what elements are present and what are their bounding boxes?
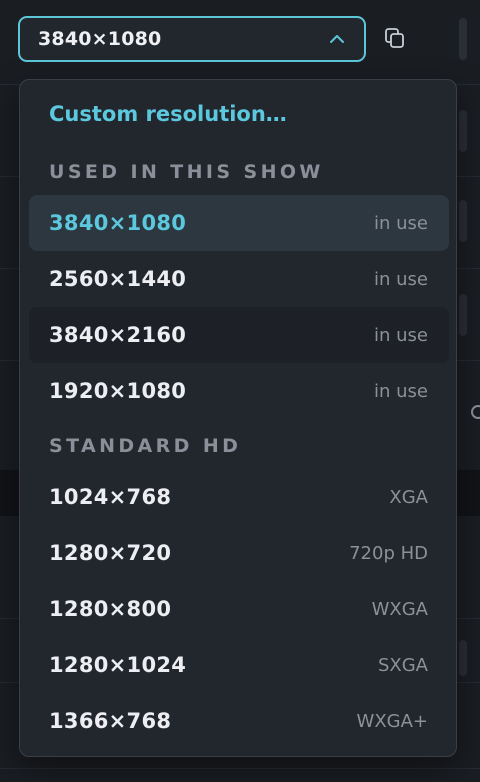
section-header-used-in-show: USED IN THIS SHOW (49, 161, 324, 183)
option-label: 3840×1080 (49, 211, 187, 235)
option-1280x720[interactable]: 1280×720 720p HD (29, 525, 449, 581)
resolution-dropdown: Custom resolution… USED IN THIS SHOW 384… (19, 79, 457, 757)
option-meta: in use (374, 212, 428, 234)
background-refresh-icon (471, 405, 480, 419)
option-label: 1280×1024 (49, 653, 187, 677)
background-scroll-handle (459, 640, 467, 676)
background-scroll-handle (459, 18, 467, 60)
option-label: 1366×768 (49, 709, 172, 733)
resolution-select-value: 3840×1080 (38, 28, 162, 50)
option-1280x1024[interactable]: 1280×1024 SXGA (29, 637, 449, 693)
option-meta: SXGA (377, 654, 428, 676)
custom-resolution-option[interactable]: Custom resolution… (49, 102, 287, 126)
option-meta: in use (374, 380, 428, 402)
option-meta: in use (374, 324, 428, 346)
section-header-standard-hd: STANDARD HD (49, 435, 242, 457)
background-scroll-handle (459, 294, 467, 336)
option-3840x1080[interactable]: 3840×1080 in use (29, 195, 449, 251)
option-2560x1440[interactable]: 2560×1440 in use (29, 251, 449, 307)
option-1366x768[interactable]: 1366×768 WXGA+ (29, 693, 449, 749)
option-meta: XGA (389, 486, 428, 508)
background-scroll-handle (459, 200, 467, 242)
option-label: 1920×1080 (49, 379, 187, 403)
option-meta: WXGA+ (356, 710, 428, 732)
option-1280x800[interactable]: 1280×800 WXGA (29, 581, 449, 637)
option-label: 1024×768 (49, 485, 172, 509)
resolution-settings-page: 3840×1080 Custom resolution… USED IN THI… (0, 0, 480, 782)
background-row-divider (0, 768, 480, 769)
option-meta: 720p HD (349, 542, 428, 564)
copy-icon (383, 26, 407, 54)
background-scroll-handle (459, 110, 467, 152)
option-label: 3840×2160 (49, 323, 187, 347)
chevron-up-icon (328, 30, 346, 48)
option-label: 1280×800 (49, 597, 172, 621)
copy-button[interactable] (381, 26, 409, 54)
option-label: 2560×1440 (49, 267, 187, 291)
resolution-select[interactable]: 3840×1080 (18, 16, 366, 62)
option-1920x1080[interactable]: 1920×1080 in use (29, 363, 449, 419)
option-meta: WXGA (371, 598, 428, 620)
option-meta: in use (374, 268, 428, 290)
option-3840x2160[interactable]: 3840×2160 in use (29, 307, 449, 363)
option-label: 1280×720 (49, 541, 172, 565)
option-1024x768[interactable]: 1024×768 XGA (29, 469, 449, 525)
